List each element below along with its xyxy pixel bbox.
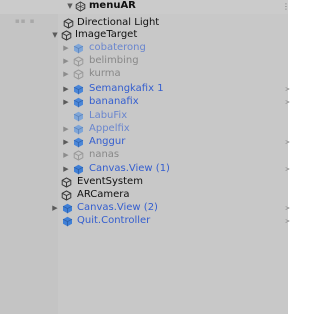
collapse-arrow-icon[interactable]: ▶: [62, 125, 70, 134]
item-label: bananafix: [89, 96, 139, 107]
hierarchy-item-appelfix[interactable]: ▶ Appelfix: [0, 123, 288, 135]
prefab-icon: [73, 84, 84, 95]
item-label: Quit.Controller: [77, 215, 151, 226]
hierarchy-panel: ▪▪ ▪ ▼ menuAR ⋮ Directional Light ▼ Imag…: [0, 0, 290, 314]
prefab-icon: [62, 216, 73, 227]
hierarchy-item-kurma[interactable]: ▶ kurma: [0, 68, 288, 80]
item-label: belimbing: [89, 55, 139, 66]
item-label: nanas: [89, 149, 120, 160]
hierarchy-item-belimbing[interactable]: ▶ belimbing: [0, 55, 288, 67]
row-edge-marker: >: [285, 166, 290, 173]
collapse-arrow-icon[interactable]: ▶: [62, 138, 70, 147]
unity-scene-icon: [75, 1, 86, 12]
hierarchy-item-canvas-view-1[interactable]: ▶ Canvas.View (1) >: [0, 163, 290, 175]
item-label: ImageTarget: [75, 29, 138, 40]
prefab-icon: [73, 97, 84, 108]
page-bottom-area: [0, 314, 290, 331]
collapse-arrow-icon[interactable]: ▶: [62, 98, 70, 107]
prefab-icon: [73, 137, 84, 148]
hierarchy-item-cobaterong[interactable]: ▶ cobaterong: [0, 42, 288, 54]
hierarchy-item-directional-light[interactable]: Directional Light: [0, 17, 288, 29]
expand-arrow-icon[interactable]: ▼: [66, 2, 74, 11]
item-label: EventSystem: [77, 176, 143, 187]
item-label: cobaterong: [89, 42, 146, 53]
row-edge-marker: >: [285, 99, 290, 106]
hierarchy-window: ▪▪ ▪ ▼ menuAR ⋮ Directional Light ▼ Imag…: [0, 0, 290, 331]
scene-label: menuAR: [89, 0, 136, 11]
row-edge-marker: >: [285, 86, 290, 93]
item-label: Anggur: [89, 136, 126, 147]
hierarchy-item-bananafix[interactable]: ▶ bananafix >: [0, 96, 290, 108]
item-label: ARCamera: [77, 189, 130, 200]
item-label: Canvas.View (2): [77, 202, 158, 213]
prefab-icon: [73, 124, 84, 135]
collapse-arrow-icon[interactable]: ▶: [62, 44, 70, 53]
gameobject-icon: [73, 56, 84, 67]
hierarchy-item-canvas-view-2[interactable]: ▶ Canvas.View (2) >: [0, 202, 290, 214]
hierarchy-item-imagetarget[interactable]: ▼ ImageTarget: [0, 29, 288, 41]
gameobject-icon: [63, 18, 74, 29]
collapse-arrow-icon[interactable]: ▶: [62, 57, 70, 66]
prefab-icon: [73, 43, 84, 54]
item-label: Appelfix: [89, 123, 130, 134]
prefab-icon: [73, 111, 84, 122]
item-label: Semangkafix 1: [89, 83, 164, 94]
prefab-icon: [73, 164, 84, 175]
scene-row-menuar[interactable]: ▼ menuAR ⋮: [0, 0, 290, 12]
collapse-arrow-icon[interactable]: ▶: [62, 165, 70, 174]
expand-arrow-icon[interactable]: ▼: [51, 31, 59, 40]
hierarchy-item-semangkafix-1[interactable]: ▶ Semangkafix 1 >: [0, 83, 290, 95]
gameobject-icon: [73, 69, 84, 80]
hierarchy-item-quit-controller[interactable]: Quit.Controller >: [0, 215, 290, 227]
hierarchy-item-labufix[interactable]: LabuFix: [0, 110, 288, 122]
collapse-arrow-icon[interactable]: ▶: [62, 151, 70, 160]
gameobject-icon: [61, 177, 72, 188]
collapse-arrow-icon[interactable]: ▶: [51, 204, 59, 213]
item-label: Directional Light: [77, 17, 160, 28]
item-label: Canvas.View (1): [89, 163, 170, 174]
row-edge-marker: >: [285, 218, 290, 225]
gameobject-icon: [61, 30, 72, 41]
gameobject-icon: [73, 150, 84, 161]
item-label: kurma: [89, 68, 121, 79]
more-vertical-icon[interactable]: ⋮: [282, 2, 290, 11]
row-edge-marker: >: [285, 205, 290, 212]
collapse-arrow-icon[interactable]: ▶: [62, 70, 70, 79]
collapse-arrow-icon[interactable]: ▶: [62, 85, 70, 94]
item-label: LabuFix: [89, 110, 128, 121]
hierarchy-item-anggur[interactable]: ▶ Anggur >: [0, 136, 290, 148]
hierarchy-item-nanas[interactable]: ▶ nanas: [0, 149, 288, 161]
gameobject-icon: [61, 190, 72, 201]
hierarchy-item-eventsystem[interactable]: EventSystem: [0, 176, 288, 188]
hierarchy-item-arcamera[interactable]: ARCamera: [0, 189, 288, 201]
prefab-icon: [62, 203, 73, 214]
row-edge-marker: >: [285, 139, 290, 146]
